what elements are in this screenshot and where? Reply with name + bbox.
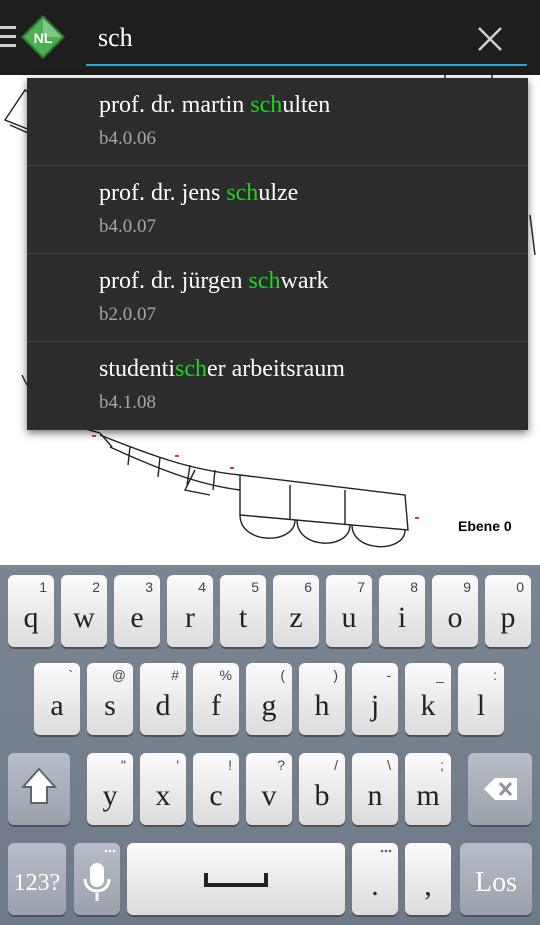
key-z[interactable]: 6z [273,575,319,647]
suggestion-title: prof. dr. jürgen schwark [99,268,329,294]
key-t[interactable]: 5t [220,575,266,647]
action-bar: NL [0,0,540,75]
key-w[interactable]: 2w [61,575,107,647]
numbers-key[interactable]: 123? [8,843,66,915]
key-q[interactable]: 1q [8,575,54,647]
key-v[interactable]: ? v [246,753,292,825]
suggestion-item[interactable]: prof. dr. martin schulten b4.0.06 [27,78,528,166]
search-input[interactable] [88,18,458,58]
search-underline [86,64,527,66]
comma-key[interactable]: , [405,843,451,915]
key-a[interactable]: ` a [34,663,80,735]
suggestion-room: b4.0.06 [99,128,156,149]
key-p[interactable]: 0p [485,575,531,647]
key-d[interactable]: # d [140,663,186,735]
more-dots-icon [380,849,392,853]
key-o[interactable]: 9o [432,575,478,647]
key-l[interactable]: :l [458,663,504,735]
suggestion-title: prof. dr. jens schulze [99,180,299,206]
key-y[interactable]: " y [87,753,133,825]
key-m[interactable]: ; m [405,753,451,825]
key-i[interactable]: 8i [379,575,425,647]
suggestion-item[interactable]: prof. dr. jürgen schwark b2.0.07 [27,254,528,342]
key-r[interactable]: 4r [167,575,213,647]
period-key[interactable]: . [352,843,398,915]
soft-keyboard: 1q 2w 3e 4r 5t 6z 7u 8i 9o 0p ` a @ s # d %… [0,565,540,925]
search-suggestions: prof. dr. martin schulten b4.0.06 prof. … [27,78,528,430]
suggestion-item[interactable]: studentischer arbeitsraum b4.1.08 [27,342,528,430]
suggestion-room: b4.0.07 [99,216,156,237]
level-label: Ebene 0 [458,518,512,534]
key-u[interactable]: 7u [326,575,372,647]
suggestion-room: b2.0.07 [99,304,156,325]
go-key[interactable]: Los [460,843,532,915]
key-j[interactable]: -j [352,663,398,735]
key-x[interactable]: ' x [140,753,186,825]
shift-icon [20,767,58,804]
key-k[interactable]: _ k [405,663,451,735]
voice-input-key[interactable] [74,843,120,915]
shift-key[interactable] [8,753,70,825]
key-g[interactable]: (g [246,663,292,735]
close-icon[interactable] [475,24,505,54]
backspace-key[interactable] [468,753,532,825]
menu-icon[interactable] [0,26,16,50]
microphone-icon [83,849,116,901]
svg-text:NL: NL [34,30,53,46]
key-f[interactable]: % f [193,663,239,735]
backspace-icon [484,778,517,800]
key-n[interactable]: \ n [352,753,398,825]
key-h[interactable]: ) h [299,663,345,735]
key-b[interactable]: / b [299,753,345,825]
space-icon [204,873,268,887]
suggestion-room: b4.1.08 [99,392,156,413]
key-e[interactable]: 3e [114,575,160,647]
suggestion-title: prof. dr. martin schulten [99,92,331,118]
suggestion-title: studentischer arbeitsraum [99,356,345,382]
key-s[interactable]: @ s [87,663,133,735]
space-key[interactable] [127,843,345,915]
key-c[interactable]: ! c [193,753,239,825]
suggestion-item[interactable]: prof. dr. jens schulze b4.0.07 [27,166,528,254]
app-logo-icon[interactable]: NL [20,14,66,60]
